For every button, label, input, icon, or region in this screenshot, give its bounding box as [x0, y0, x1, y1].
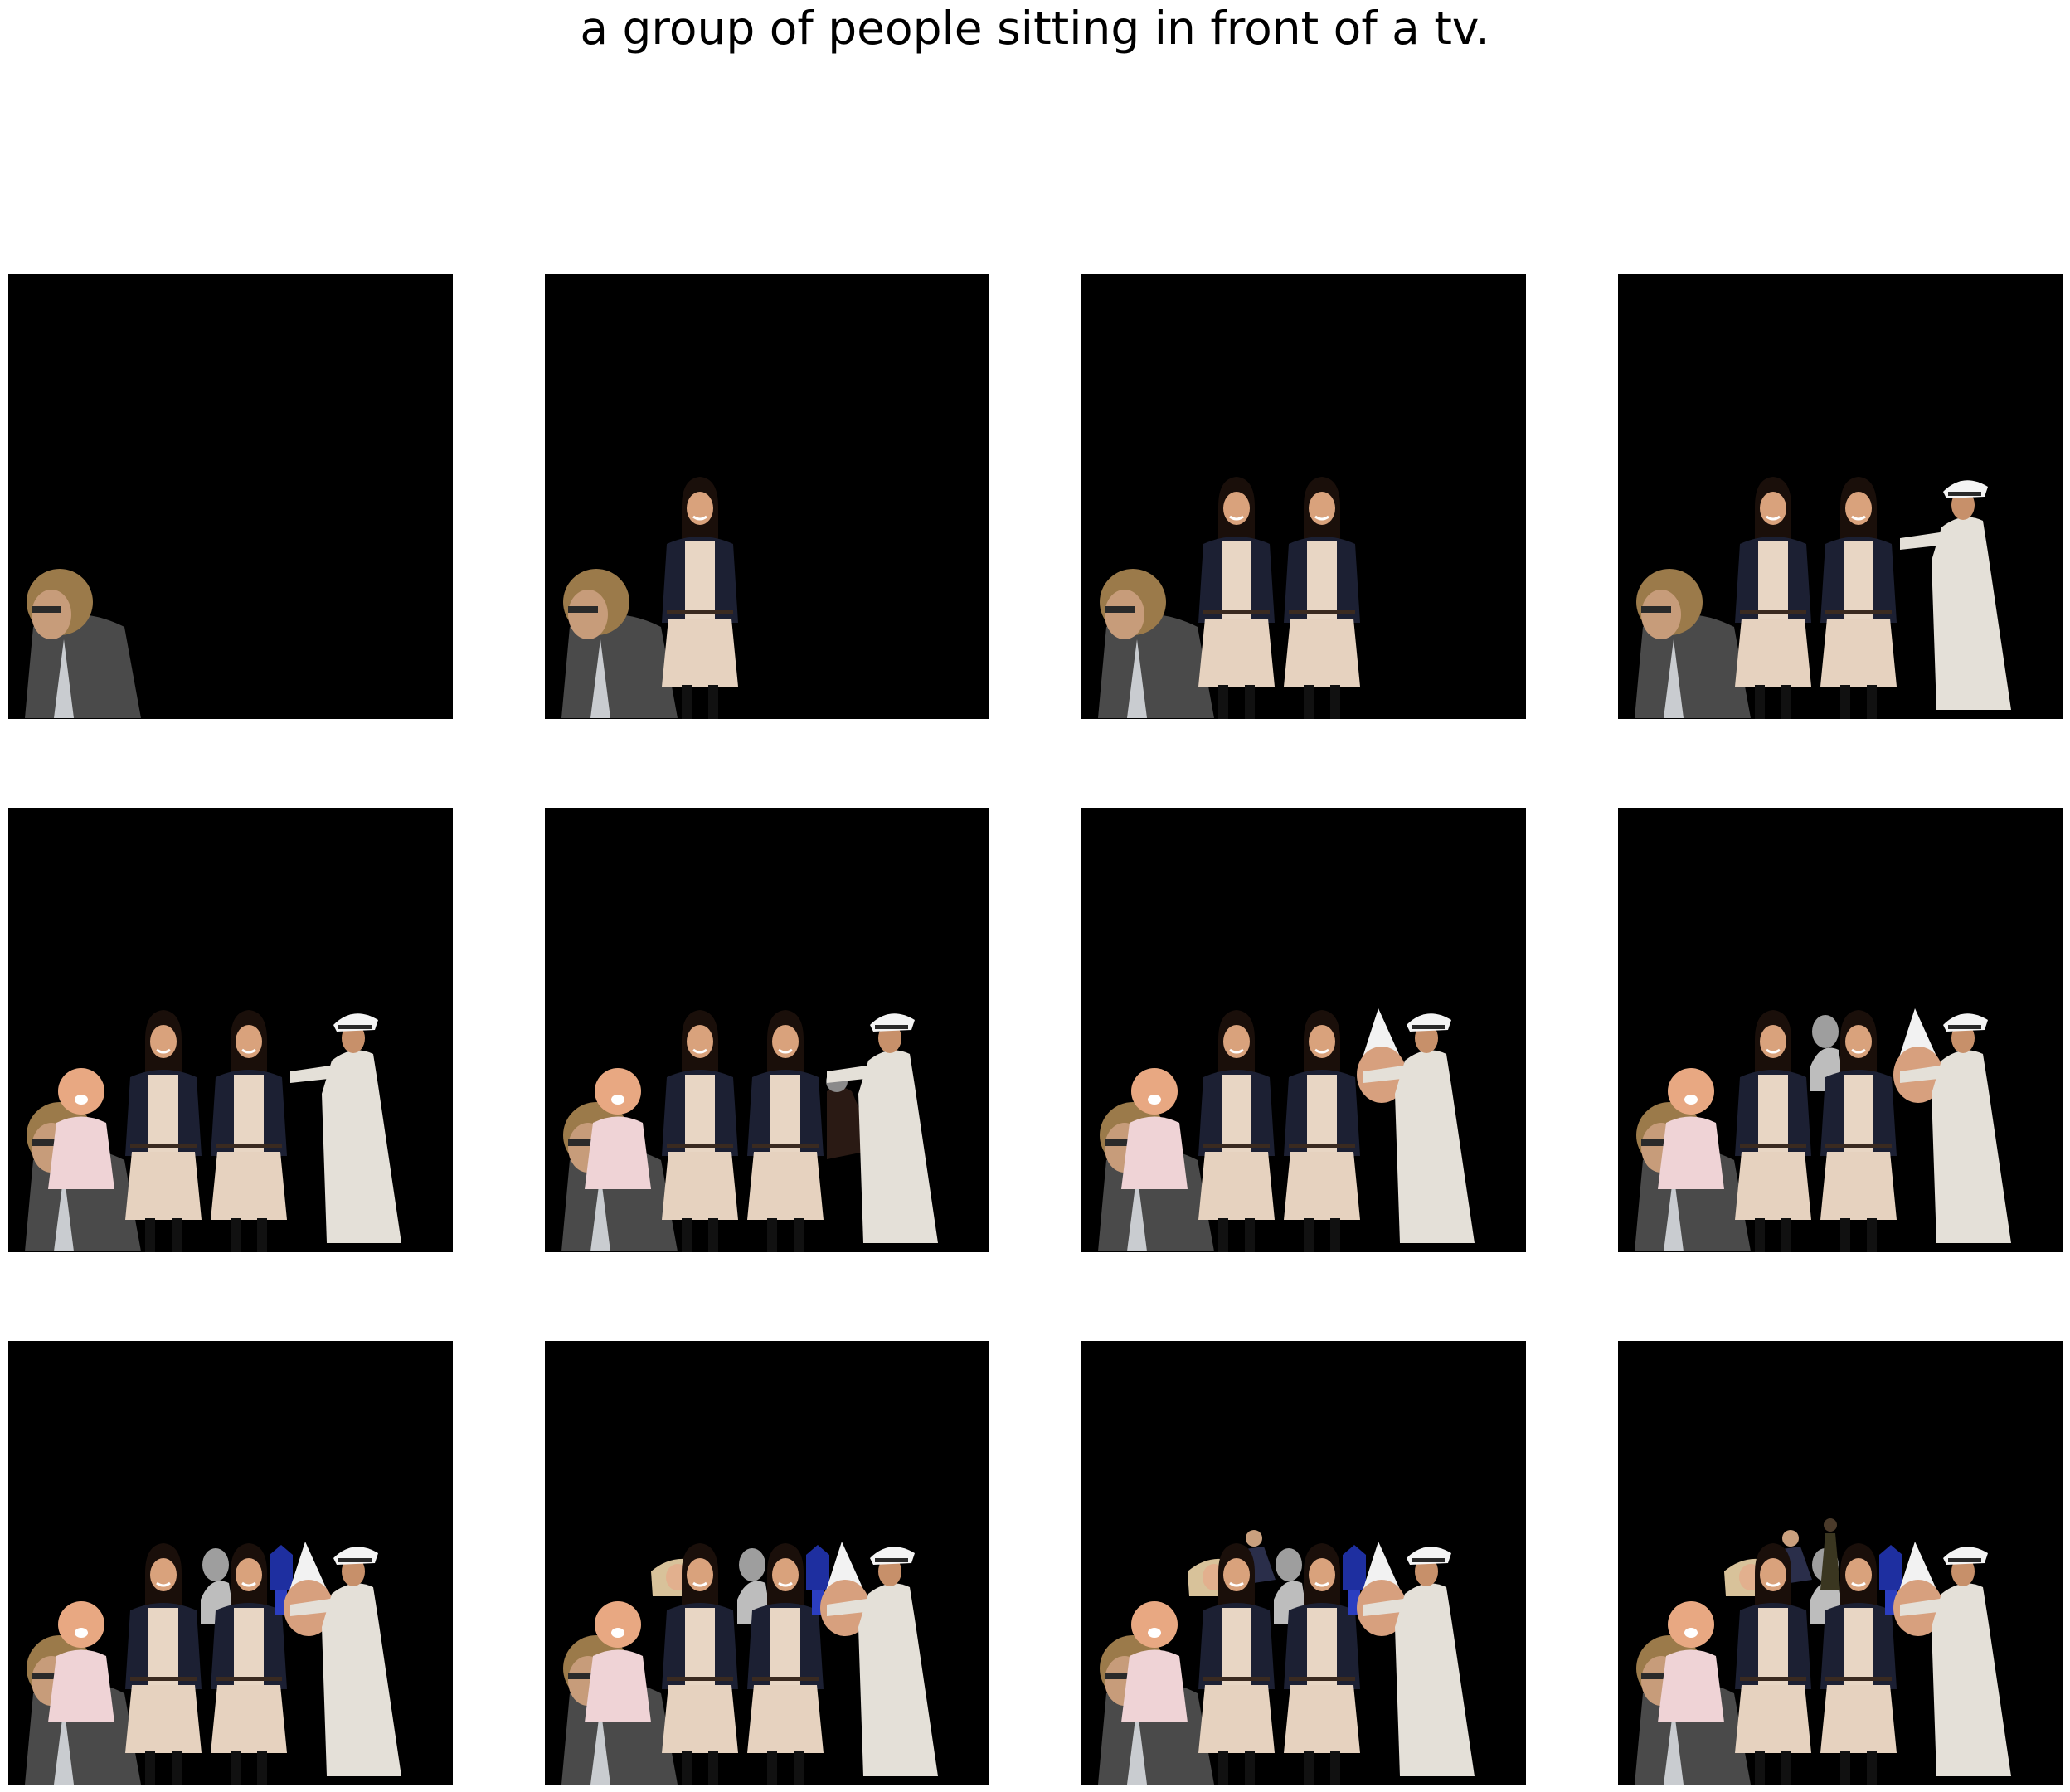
- panel-4: [1618, 274, 2063, 719]
- smiling-woman-1: [662, 1010, 738, 1252]
- curly-haired-man: [561, 569, 678, 718]
- panel-image: [1098, 1530, 1475, 1785]
- panel-image: [1635, 477, 2011, 719]
- panel-image: [25, 1010, 401, 1252]
- baby: [1121, 1068, 1188, 1189]
- panel-8: [1618, 808, 2063, 1252]
- smiling-woman-1: [125, 1010, 202, 1252]
- panel-image: [1098, 1008, 1475, 1252]
- smiling-woman-2: [1820, 477, 1897, 719]
- panel-image: [561, 477, 738, 719]
- figure-title: a group of people sitting in front of a …: [580, 2, 1490, 55]
- panel-12: [1618, 1341, 2063, 1785]
- baby: [585, 1601, 651, 1722]
- panel-11: [1081, 1341, 1526, 1785]
- panel-image: [1635, 1518, 2011, 1785]
- baby: [1658, 1068, 1724, 1189]
- smiling-woman-1: [1735, 1010, 1811, 1252]
- panel-5: [8, 808, 453, 1252]
- smiling-woman-2: [1284, 1010, 1360, 1252]
- curly-haired-man: [1098, 569, 1214, 718]
- naval-officer: [290, 1013, 401, 1243]
- smiling-woman-1: [1198, 477, 1275, 719]
- baby: [48, 1601, 114, 1722]
- curly-haired-man: [25, 569, 141, 718]
- smiling-woman-1: [662, 477, 738, 719]
- smiling-woman-2: [1284, 477, 1360, 719]
- panel-image: [25, 569, 141, 718]
- panel-3: [1081, 274, 1526, 719]
- panel-2: [545, 274, 989, 719]
- panel-6: [545, 808, 989, 1252]
- smiling-woman-2: [211, 1010, 287, 1252]
- panel-image: [1635, 1008, 2011, 1252]
- panel-image: [561, 1010, 938, 1252]
- panel-image: [1098, 477, 1360, 719]
- smiling-woman-1: [1198, 1010, 1275, 1252]
- panel-image: [561, 1542, 938, 1785]
- smiling-woman-1: [125, 1543, 202, 1785]
- baby: [585, 1068, 651, 1189]
- panel-1: [8, 274, 453, 719]
- panel-image: [25, 1542, 401, 1785]
- panel-10: [545, 1341, 989, 1785]
- baby: [48, 1068, 114, 1189]
- smiling-woman-2: [747, 1010, 824, 1252]
- smiling-woman-1: [1735, 477, 1811, 719]
- baby: [1121, 1601, 1188, 1722]
- panel-7: [1081, 808, 1526, 1252]
- panel-9: [8, 1341, 453, 1785]
- smiling-woman-2: [1820, 1010, 1897, 1252]
- curly-haired-man: [1635, 569, 1751, 718]
- naval-officer: [1900, 480, 2011, 710]
- baby: [1658, 1601, 1724, 1722]
